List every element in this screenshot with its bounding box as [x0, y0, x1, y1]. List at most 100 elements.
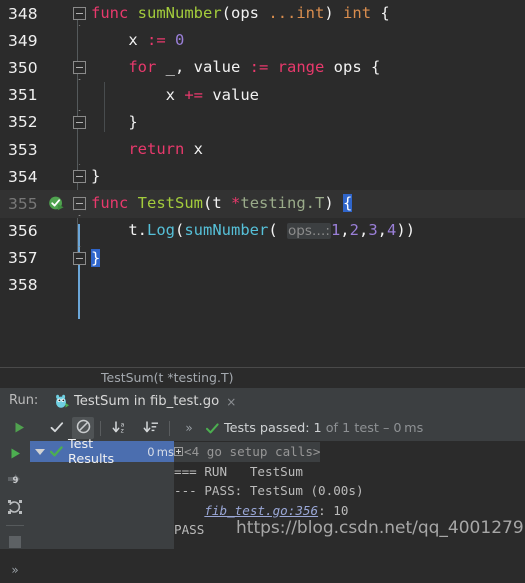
code-token: { [380, 4, 390, 22]
rail-run-button[interactable] [0, 441, 30, 468]
blocked-icon [76, 419, 91, 438]
code-token: _, value [156, 58, 250, 77]
breadcrumb[interactable]: TestSum(t *testing.T) [101, 370, 233, 385]
run-tab-testsum[interactable]: TestSum in fib_test.go × [51, 388, 243, 417]
rail-stop-button[interactable] [0, 529, 30, 556]
test-results-tree[interactable]: Test Results 0 ms [30, 437, 174, 549]
collapsed-fold-chip[interactable]: <4 go setup calls> [174, 442, 321, 462]
play-icon [13, 419, 26, 438]
gutter-icon-cell[interactable] [46, 109, 68, 136]
toolbar-separator-2 [169, 420, 170, 436]
rail-rerun-failed-button[interactable]: 9 [0, 468, 30, 495]
source-location-link[interactable]: fib_test.go:356 [204, 503, 318, 518]
fold-marker-cell[interactable] [68, 27, 90, 54]
run-tab-bar: Run: TestSum in fib_test.go × [0, 388, 525, 417]
code-line[interactable]: 348 func sumNumber(ops ...int) int { [0, 0, 525, 27]
code-token: Log [147, 221, 175, 239]
fold-marker-cell[interactable] [68, 54, 90, 81]
code-token: := [249, 58, 269, 77]
console-fold-chip-line[interactable]: <4 go setup calls> [174, 442, 525, 462]
code-line[interactable]: 352 } [0, 109, 525, 136]
code-token: ops [324, 58, 372, 77]
code-line[interactable]: 358 [0, 272, 525, 299]
rerun-button[interactable] [8, 417, 30, 439]
gutter-icon-cell[interactable] [46, 190, 68, 217]
gutter-icon-cell[interactable] [46, 0, 68, 27]
sort-by-duration-button[interactable] [140, 417, 162, 439]
gutter-icon-cell[interactable] [46, 54, 68, 81]
code-line[interactable]: 349 x := 0 [0, 27, 525, 54]
show-passed-tests-button[interactable] [46, 417, 68, 439]
code-token: } [91, 167, 101, 186]
line-number: 349 [8, 31, 38, 50]
gutter-icon-cell[interactable] [46, 82, 68, 109]
code-text: } [90, 109, 525, 136]
fold-end-icon[interactable] [73, 170, 86, 184]
code-token: ops [231, 4, 260, 22]
rail-more-button[interactable]: » [0, 556, 30, 583]
line-number: 348 [8, 4, 38, 23]
code-token: } [128, 112, 138, 131]
code-line[interactable]: 353 return x [0, 136, 525, 163]
gutter-icon-cell[interactable] [46, 27, 68, 54]
gutter-icon-cell[interactable] [46, 245, 68, 272]
code-token: testing.T [240, 194, 325, 213]
code-text: } [90, 163, 525, 190]
fold-marker-cell[interactable] [68, 82, 90, 109]
expand-toolbar-button[interactable]: » [178, 417, 200, 439]
line-number: 354 [8, 167, 38, 186]
console-text: : 10 [318, 502, 349, 518]
fold-collapse-icon[interactable] [73, 61, 86, 75]
fold-marker-cell[interactable] [68, 218, 90, 245]
status-checkmark-icon [206, 422, 219, 434]
fold-marker-cell[interactable] [68, 190, 90, 217]
rail-restart-button[interactable] [0, 495, 30, 522]
chevron-down-icon[interactable] [35, 448, 45, 455]
fold-marker-cell[interactable] [68, 109, 90, 136]
gutter-icon-cell[interactable] [46, 218, 68, 245]
code-line[interactable]: 355 func TestSum(t *testing.T) { [0, 190, 525, 218]
fold-collapse-icon[interactable] [73, 7, 86, 20]
code-token: for [128, 58, 157, 77]
console-line: === RUN TestSum [174, 463, 303, 479]
code-token: 3 [368, 221, 378, 239]
code-token: value [203, 85, 260, 104]
code-token: { [371, 58, 381, 77]
line-number: 352 [8, 113, 38, 132]
line-number: 353 [8, 140, 38, 159]
fold-marker-cell[interactable] [68, 0, 90, 27]
rail-separator [6, 525, 24, 526]
gutter-icon-cell[interactable] [46, 163, 68, 190]
fold-end-icon[interactable] [73, 115, 86, 129]
tree-row-test-results[interactable]: Test Results 0 ms [30, 437, 174, 467]
test-console-output[interactable]: <4 go setup calls> === RUN TestSum --- PAS… [174, 441, 525, 549]
run-test-gutter-icon[interactable] [48, 195, 65, 212]
console-line: fib_test.go:356: 10 [174, 501, 525, 521]
code-token: } [91, 248, 101, 267]
close-icon[interactable]: × [226, 396, 236, 408]
fold-marker-cell[interactable] [68, 272, 90, 299]
code-line[interactable]: 356 t.Log(sumNumber( ops…:1,2,3,4)) [0, 218, 525, 245]
code-line[interactable]: 351 x += value [0, 82, 525, 109]
fold-marker-cell[interactable] [68, 245, 90, 272]
line-number: 351 [8, 86, 38, 105]
code-line[interactable]: 350 for _, value := range ops { [0, 54, 525, 81]
code-token: t. [128, 221, 147, 239]
gutter-icon-cell[interactable] [46, 136, 68, 163]
gutter-icon-cell[interactable] [46, 272, 68, 299]
code-editor[interactable]: 348 func sumNumber(ops ...int) int {349 x… [0, 0, 525, 367]
fold-marker-cell[interactable] [68, 136, 90, 163]
expand-icon[interactable] [174, 447, 183, 457]
fold-collapse-icon[interactable] [73, 197, 86, 211]
code-line[interactable]: 354} [0, 163, 525, 190]
tests-passed-label: Tests passed: [224, 420, 310, 436]
code-token: ( [268, 221, 278, 239]
code-text: } [90, 245, 525, 272]
fold-marker-cell[interactable] [68, 163, 90, 190]
code-line[interactable]: 357} [0, 245, 525, 272]
fold-end-icon[interactable] [73, 251, 86, 265]
code-token: ( [221, 4, 232, 22]
